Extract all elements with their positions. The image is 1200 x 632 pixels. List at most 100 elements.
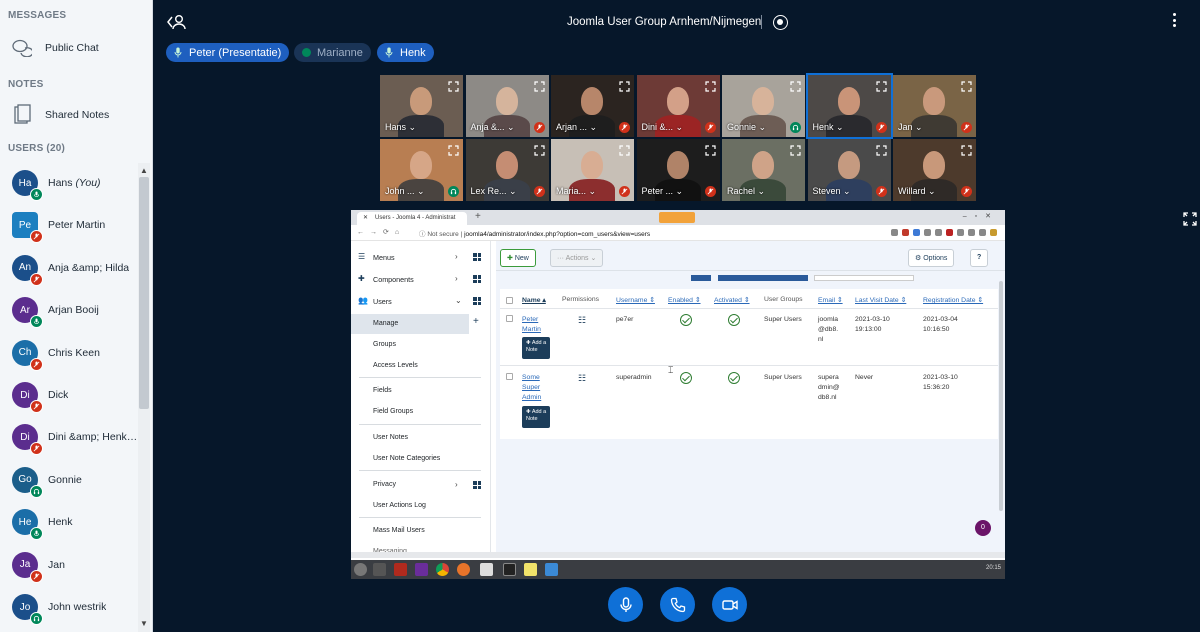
user-name-link[interactable]: Some Super Admin [522,373,541,403]
select-all-checkbox[interactable] [506,297,513,304]
enabled-check-icon[interactable] [680,314,692,326]
folder-icon[interactable] [480,563,493,576]
menu-manage-selected[interactable] [351,314,469,334]
talking-indicator[interactable]: Marianne [294,43,371,62]
add-user-icon[interactable]: + [473,316,479,327]
scroll-up-icon[interactable]: ▲ [138,165,150,177]
app-icon[interactable] [415,563,428,576]
public-chat-item[interactable]: Public Chat [10,36,99,60]
actions-button[interactable]: ··· Actions ⌄ [550,249,604,267]
user-list-item[interactable]: Ha Hans (You) [12,165,140,201]
webcam-name[interactable]: Willard ⌄ [898,186,936,197]
col-activated[interactable]: Activated ⇕ [714,296,750,304]
webcam-name[interactable]: Arjan ... ⌄ [556,122,597,133]
menu-user-note-categories[interactable]: User Note Categories [373,455,440,462]
activated-check-icon[interactable] [728,372,740,384]
user-list-item[interactable]: Di Dini &amp; Henk ... [12,419,140,456]
mail-icon[interactable] [545,563,558,576]
col-registration[interactable]: Registration Date ⇕ [923,296,983,304]
menu-users[interactable]: Users [373,297,392,306]
user-list-item[interactable]: An Anja &amp; Hilda [12,250,140,286]
filezilla-icon[interactable] [394,563,407,576]
add-note-button[interactable]: ✚ Add a Note [522,406,550,428]
webcam-name[interactable]: Steven ⌄ [813,186,851,197]
webcam-tile[interactable]: Dini &... ⌄ [636,75,720,137]
chrome-icon[interactable] [436,563,449,576]
webcam-name[interactable]: Maria... ⌄ [556,186,596,197]
dashboard-grid-icon[interactable] [473,481,481,489]
options-menu-icon[interactable] [1173,13,1177,30]
microphone-button[interactable] [608,587,643,622]
menu-components[interactable]: Components [373,275,414,284]
menu-groups[interactable]: Groups [373,341,396,348]
user-list-item[interactable]: Pe Peter Martin [12,207,140,244]
user-list-item[interactable]: He Henk [12,504,140,541]
webcam-tile[interactable]: Anja &... ⌄ [465,75,549,137]
expand-icon[interactable] [448,143,459,156]
extension-icons[interactable] [891,229,997,236]
chevron-right-icon[interactable]: › [455,274,458,283]
url-text[interactable]: ⓘ Not secure | joomla4/administrator/ind… [419,228,650,238]
menu-field-groups[interactable]: Field Groups [373,408,413,415]
webcam-tile[interactable]: Gonnie ⌄ [722,75,805,137]
expand-icon[interactable] [448,79,459,92]
browser-tab[interactable]: Users - Joomla 4 - Administrat [357,212,467,225]
user-list-item[interactable]: Jo John westrik [12,589,140,625]
col-enabled[interactable]: Enabled ⇕ [668,296,701,304]
recording-indicator-icon[interactable] [773,15,788,30]
webcam-tile[interactable]: Willard ⌄ [893,139,976,201]
permissions-list-icon[interactable]: ☷ [578,315,586,325]
expand-icon[interactable] [704,143,716,156]
toggle-userlist-icon[interactable] [167,14,187,35]
camera-button[interactable] [712,587,747,622]
dashboard-grid-icon[interactable] [473,253,481,261]
webcam-tile[interactable]: Rachel ⌄ [722,139,805,201]
new-button[interactable]: ✚ New [500,249,536,267]
webcam-tile[interactable]: John ... ⌄ [380,139,463,201]
chevron-right-icon[interactable]: › [455,252,458,261]
webcam-tile[interactable]: Jan ⌄ [893,75,976,137]
shared-notes-item[interactable]: Shared Notes [10,103,109,127]
scroll-down-icon[interactable]: ▼ [138,618,150,630]
webcam-tile[interactable]: Steven ⌄ [807,139,891,201]
firefox-icon[interactable] [457,563,470,576]
user-list-scrollbar[interactable]: ▲ ▼ [138,163,150,632]
desktop-icon[interactable] [373,563,386,576]
webcam-tile[interactable]: Arjan ... ⌄ [551,75,634,137]
expand-icon[interactable] [619,79,630,92]
webcam-tile[interactable]: Maria... ⌄ [551,139,634,201]
expand-icon[interactable] [790,143,801,156]
menu-privacy[interactable]: Privacy [373,481,396,488]
expand-icon[interactable] [790,79,801,92]
talking-indicator[interactable]: Henk [377,43,434,62]
horizontal-scrollbar[interactable] [351,552,1005,558]
webcam-name[interactable]: Henk ⌄ [813,122,844,133]
chevron-down-icon[interactable]: ⌄ [455,296,462,305]
col-email[interactable]: Email ⇕ [818,296,843,304]
user-list-item[interactable]: Ar Arjan Booij [12,292,140,329]
activated-check-icon[interactable] [728,314,740,326]
user-list-item[interactable]: Di Dick [12,377,140,413]
user-name-link[interactable]: Peter Martin [522,315,541,335]
notification-badge[interactable]: 0 [975,520,991,536]
enabled-check-icon[interactable] [680,372,692,384]
permissions-list-icon[interactable]: ☷ [578,373,586,383]
col-last-visit[interactable]: Last Visit Date ⇕ [855,296,906,304]
user-list-item[interactable]: Ch Chris Keen [12,335,140,371]
nav-buttons-icon[interactable]: ←→⟳⌂ [357,228,405,236]
expand-icon[interactable] [961,79,972,92]
webcam-name[interactable]: Anja &... ⌄ [471,122,515,133]
window-controls-icon[interactable]: –▫✕ [963,212,999,220]
fullscreen-icon[interactable] [1183,212,1197,226]
webcam-name[interactable]: Dini &... ⌄ [642,122,684,133]
expand-icon[interactable] [704,79,716,92]
webcam-name[interactable]: Rachel ⌄ [727,186,765,197]
expand-icon[interactable] [961,143,972,156]
menu-user-notes[interactable]: User Notes [373,434,408,441]
expand-icon[interactable] [875,143,887,156]
menu-access-levels[interactable]: Access Levels [373,362,418,369]
audio-button[interactable] [660,587,695,622]
new-tab-icon[interactable]: + [475,211,481,222]
webcam-name[interactable]: Lex Re... ⌄ [471,186,517,197]
col-username[interactable]: Username ⇕ [616,296,655,304]
